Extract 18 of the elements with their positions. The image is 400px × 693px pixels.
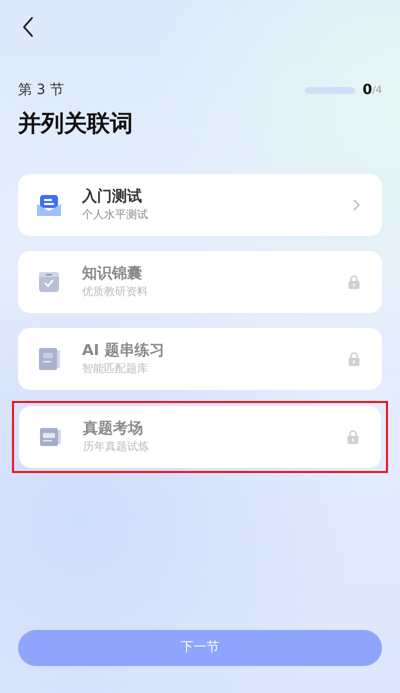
card-title: 真题考场: [83, 419, 144, 439]
card-title: AI 题串练习: [82, 341, 164, 361]
card-subtitle: 智能匹配题库: [82, 360, 149, 376]
back-icon: [22, 16, 34, 38]
lesson-card[interactable]: AI 题串练习 智能匹配题库: [18, 328, 382, 390]
lesson-card[interactable]: 知识锦囊 优质教研资料: [18, 250, 382, 312]
lesson-card[interactable]: 入门测试 个人水平测试: [18, 174, 382, 236]
card-subtitle: 历年真题试炼: [83, 438, 149, 454]
progress-total: /4: [372, 84, 382, 98]
section-title: 并列关联词: [18, 110, 134, 139]
book-icon: [36, 346, 62, 372]
card-title: 入门测试: [82, 187, 143, 207]
card-title: 知识锦囊: [82, 264, 143, 284]
lesson-card[interactable]: 真题考场 历年真题试炼: [19, 406, 381, 468]
section-label: 第 3 节: [18, 81, 64, 100]
progress-count: 0: [362, 81, 372, 100]
card-subtitle: 个人水平测试: [82, 206, 148, 222]
card-subtitle: 优质教研资料: [82, 284, 148, 299]
